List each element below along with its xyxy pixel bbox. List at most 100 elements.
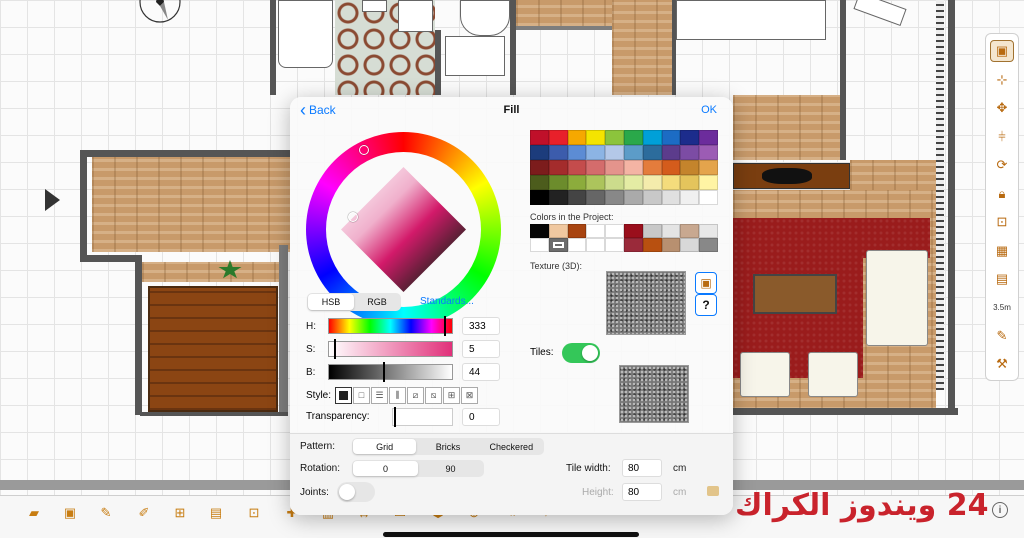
color-swatch[interactable] xyxy=(586,175,606,190)
project-color-swatch[interactable] xyxy=(586,224,606,238)
style-cross[interactable]: ⊠ xyxy=(461,387,479,404)
project-color-swatch[interactable] xyxy=(661,238,681,252)
color-swatch[interactable] xyxy=(699,175,718,190)
color-swatch[interactable] xyxy=(680,145,700,160)
color-swatch[interactable] xyxy=(567,190,587,205)
pattern-bricks[interactable]: Bricks xyxy=(416,439,479,454)
project-color-swatch[interactable] xyxy=(642,238,662,252)
color-swatch[interactable] xyxy=(548,190,568,205)
transparency-input[interactable]: 0 xyxy=(462,408,500,426)
color-swatch[interactable] xyxy=(530,175,549,190)
tab-hsb[interactable]: HSB xyxy=(308,294,354,310)
saturation-input[interactable]: 5 xyxy=(462,340,500,358)
color-swatch[interactable] xyxy=(605,145,624,160)
dimension-length-icon[interactable]: 3.5m xyxy=(990,297,1014,319)
color-swatch[interactable] xyxy=(530,190,549,205)
save-icon[interactable]: ▣ xyxy=(60,504,80,522)
tiles-toggle[interactable] xyxy=(562,343,600,363)
style-empty[interactable]: □ xyxy=(353,387,371,404)
color-swatch[interactable] xyxy=(586,145,606,160)
color-swatch[interactable] xyxy=(680,130,700,145)
lock-ratio-icon[interactable] xyxy=(707,486,719,496)
color-swatch[interactable] xyxy=(642,130,662,145)
project-color-swatch[interactable] xyxy=(530,238,549,252)
project-color-swatch[interactable] xyxy=(623,238,643,252)
color-swatch[interactable] xyxy=(642,145,662,160)
color-swatch[interactable] xyxy=(530,160,549,175)
color-swatch[interactable] xyxy=(623,145,643,160)
project-color-swatch[interactable] xyxy=(586,238,606,252)
color-swatch[interactable] xyxy=(548,175,568,190)
standards-link[interactable]: Standards... xyxy=(420,296,474,307)
project-color-swatch[interactable] xyxy=(623,224,643,238)
project-color-swatch[interactable] xyxy=(567,224,587,238)
project-color-swatch[interactable] xyxy=(605,224,624,238)
project-color-swatch[interactable] xyxy=(661,224,681,238)
color-swatch[interactable] xyxy=(623,190,643,205)
create-room-icon[interactable]: ▤ xyxy=(206,504,226,522)
lock-alt-icon[interactable]: ⊡ xyxy=(990,211,1014,233)
rotation-90[interactable]: 90 xyxy=(418,461,483,476)
tab-rgb[interactable]: RGB xyxy=(354,294,400,310)
project-color-swatch[interactable] xyxy=(548,224,568,238)
info-icon[interactable]: i xyxy=(992,502,1008,518)
create-walls-icon[interactable]: ⊞ xyxy=(170,504,190,522)
height-input[interactable]: 80 xyxy=(622,483,662,501)
color-swatch[interactable] xyxy=(548,130,568,145)
project-color-swatch[interactable] xyxy=(699,224,718,238)
brightness-input[interactable]: 44 xyxy=(462,363,500,381)
color-swatch[interactable] xyxy=(605,190,624,205)
project-color-swatch[interactable] xyxy=(605,238,624,252)
color-swatch[interactable] xyxy=(661,175,681,190)
lock-icon[interactable]: 🔒︎ xyxy=(990,183,1014,205)
color-swatch[interactable] xyxy=(699,190,718,205)
color-swatch[interactable] xyxy=(586,130,606,145)
color-swatch[interactable] xyxy=(605,175,624,190)
pattern-checkered[interactable]: Checkered xyxy=(480,439,543,454)
brightness-slider[interactable] xyxy=(328,362,453,382)
pattern-grid[interactable]: Grid xyxy=(353,439,417,454)
pen-icon[interactable]: ✐ xyxy=(134,504,154,522)
project-color-swatch[interactable] xyxy=(699,238,718,252)
hue-input[interactable]: 333 xyxy=(462,317,500,335)
color-swatch[interactable] xyxy=(605,160,624,175)
ok-button[interactable]: OK xyxy=(701,104,717,116)
sv-knob[interactable] xyxy=(348,212,358,222)
color-swatch[interactable] xyxy=(642,160,662,175)
color-swatch[interactable] xyxy=(586,160,606,175)
group-icon[interactable]: ▦ xyxy=(990,240,1014,262)
color-swatch[interactable] xyxy=(548,145,568,160)
style-hlines[interactable]: ☰ xyxy=(371,387,389,404)
wrench-icon[interactable]: ⚒ xyxy=(990,354,1014,376)
project-color-swatch[interactable] xyxy=(680,224,700,238)
texture-help-button[interactable]: ? xyxy=(695,294,717,316)
color-swatch[interactable] xyxy=(661,160,681,175)
joints-toggle[interactable] xyxy=(337,482,375,502)
project-color-swatch[interactable] xyxy=(548,238,568,252)
color-swatch[interactable] xyxy=(567,130,587,145)
color-swatch[interactable] xyxy=(642,175,662,190)
style-solid[interactable] xyxy=(335,387,353,404)
color-swatch[interactable] xyxy=(680,160,700,175)
color-swatch[interactable] xyxy=(661,145,681,160)
brightness-thumb[interactable] xyxy=(383,362,385,382)
color-swatch[interactable] xyxy=(567,160,587,175)
color-swatch[interactable] xyxy=(530,145,549,160)
project-color-swatch[interactable] xyxy=(680,238,700,252)
project-color-swatch[interactable] xyxy=(530,224,549,238)
pan-icon[interactable]: ⊹ xyxy=(990,69,1014,91)
color-swatch[interactable] xyxy=(586,190,606,205)
edit-pencil-icon[interactable]: ✎ xyxy=(96,504,116,522)
color-swatch[interactable] xyxy=(623,160,643,175)
style-grid[interactable]: ⊞ xyxy=(443,387,461,404)
saturation-thumb[interactable] xyxy=(334,339,336,359)
color-swatch[interactable] xyxy=(567,175,587,190)
color-swatch[interactable] xyxy=(530,130,549,145)
play-icon[interactable] xyxy=(45,189,60,211)
color-swatch[interactable] xyxy=(567,145,587,160)
color-swatch[interactable] xyxy=(642,190,662,205)
color-swatch[interactable] xyxy=(623,130,643,145)
color-swatch[interactable] xyxy=(699,145,718,160)
color-swatch[interactable] xyxy=(699,130,718,145)
move-icon[interactable]: ✥ xyxy=(990,97,1014,119)
